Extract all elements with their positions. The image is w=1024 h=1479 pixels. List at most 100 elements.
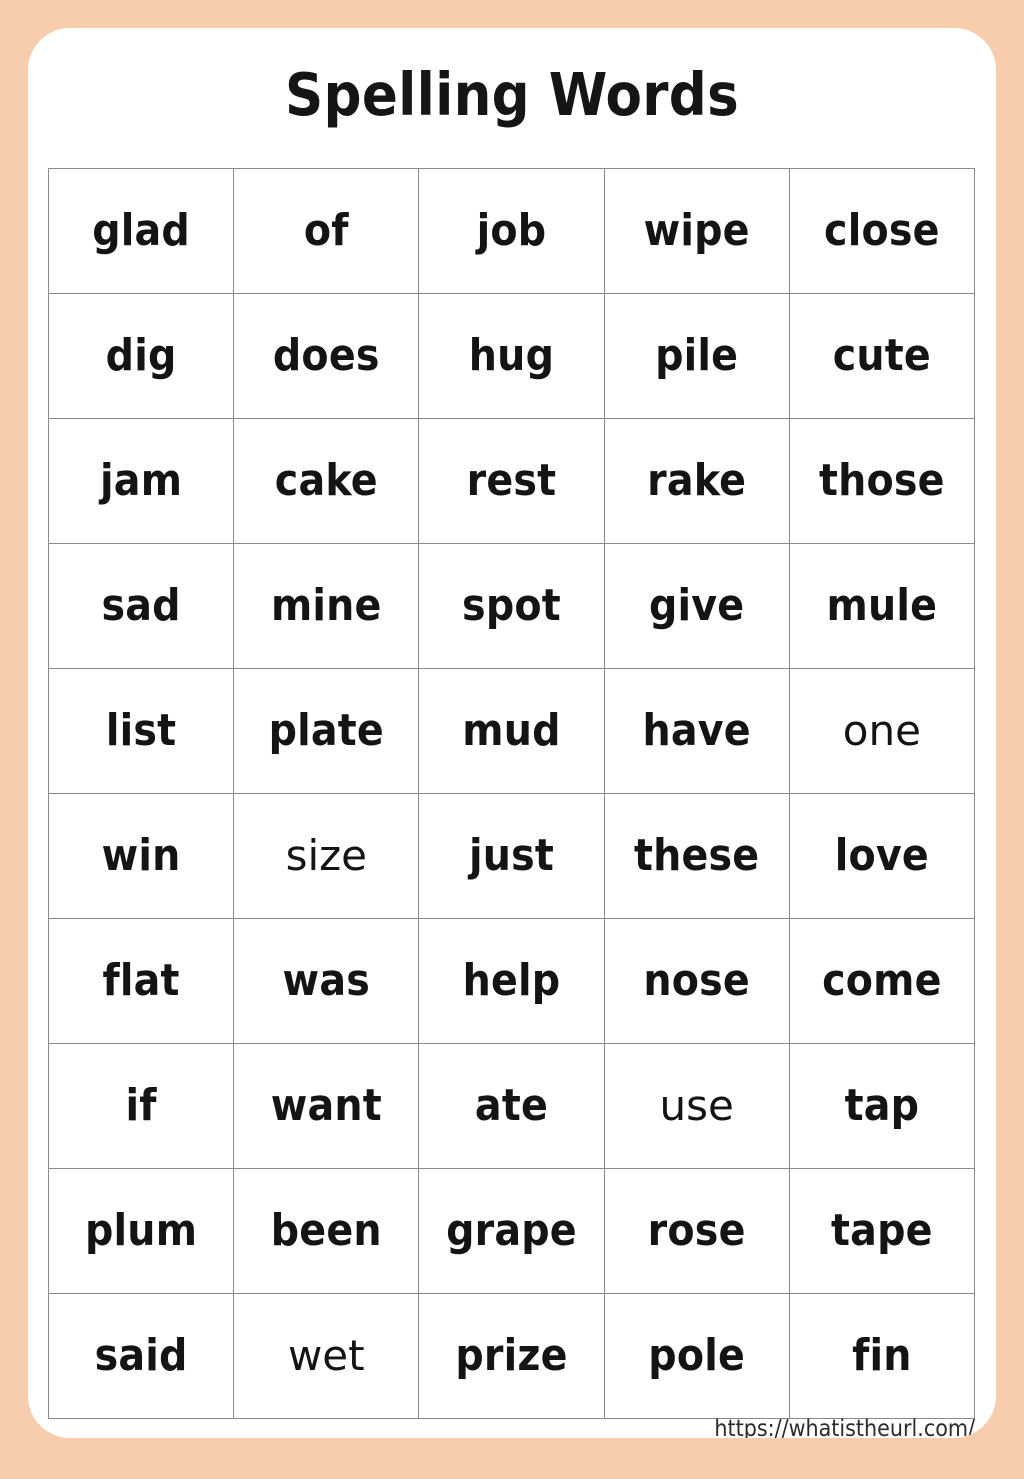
word-text: been (270, 1204, 382, 1256)
word-cell: close (788, 168, 976, 294)
word-text: pole (648, 1329, 746, 1381)
word-text: said (94, 1329, 188, 1381)
word-cell: help (418, 918, 605, 1044)
word-text: tap (844, 1079, 920, 1131)
word-text: was (282, 954, 370, 1006)
word-text: one (842, 705, 921, 755)
word-text: size (285, 830, 367, 880)
word-cell: use (603, 1043, 790, 1169)
word-text: tape (831, 1204, 933, 1256)
word-text: come (822, 954, 942, 1006)
word-text: dig (105, 329, 177, 381)
word-text: spot (462, 579, 561, 631)
word-text: pile (655, 329, 739, 381)
word-text: want (270, 1079, 382, 1131)
word-cell: rest (418, 418, 605, 544)
table-row: sad mine spot give mule (47, 543, 976, 669)
word-cell: plum (47, 1168, 235, 1294)
word-text: nose (643, 954, 750, 1006)
word-cell: rose (603, 1168, 790, 1294)
word-text: win (101, 829, 181, 881)
word-cell: these (603, 793, 790, 919)
table-row: said wet prize pole fin (47, 1293, 976, 1419)
word-cell: mud (418, 668, 605, 794)
word-cell: cake (233, 418, 420, 544)
word-cell: want (233, 1043, 420, 1169)
spelling-words-table: glad of job wipe close dig does hug pile… (47, 168, 976, 1419)
word-text: give (648, 579, 745, 631)
word-text: jam (100, 454, 183, 506)
word-cell: mule (788, 543, 976, 669)
word-cell: prize (418, 1293, 605, 1419)
word-text: wipe (643, 204, 750, 256)
word-text: of (303, 204, 349, 256)
table-row: flat was help nose come (47, 918, 976, 1044)
word-cell: hug (418, 293, 605, 419)
word-text: list (105, 704, 177, 756)
word-cell: fin (788, 1293, 976, 1419)
word-text: hug (468, 329, 555, 381)
word-cell: give (603, 543, 790, 669)
word-cell: pole (603, 1293, 790, 1419)
footer: https://whatistheurl.com/ (48, 1416, 975, 1438)
table-row: win size just these love (47, 793, 976, 919)
word-text: plum (85, 1204, 198, 1256)
word-cell: mine (233, 543, 420, 669)
word-cell: nose (603, 918, 790, 1044)
word-text: cute (832, 329, 931, 381)
word-text: these (633, 829, 760, 881)
word-cell: plate (233, 668, 420, 794)
word-text: just (468, 829, 554, 881)
word-cell: come (788, 918, 976, 1044)
worksheet-page: Spelling Words glad of job wipe close di… (0, 0, 1024, 1479)
word-cell: those (788, 418, 976, 544)
table-row: if want ate use tap (47, 1043, 976, 1169)
word-cell: ate (418, 1043, 605, 1169)
word-cell: grape (418, 1168, 605, 1294)
word-text: glad (92, 204, 190, 256)
worksheet-content: Spelling Words glad of job wipe close di… (28, 28, 996, 1438)
word-text: prize (455, 1329, 568, 1381)
word-text: grape (446, 1204, 577, 1256)
word-cell: glad (47, 168, 235, 294)
word-cell: if (47, 1043, 235, 1169)
source-website-link[interactable]: https://whatistheurl.com/ (714, 1416, 975, 1438)
word-text: use (659, 1080, 734, 1130)
word-text: mine (270, 579, 382, 631)
word-text: mud (462, 704, 561, 756)
word-text: ate (474, 1079, 549, 1131)
word-cell: wipe (603, 168, 790, 294)
word-cell: spot (418, 543, 605, 669)
page-title: Spelling Words (285, 60, 739, 129)
word-text: plate (268, 704, 384, 756)
word-cell: dig (47, 293, 235, 419)
word-cell: tape (788, 1168, 976, 1294)
word-cell: just (418, 793, 605, 919)
word-cell: of (233, 168, 420, 294)
word-cell: pile (603, 293, 790, 419)
word-cell: sad (47, 543, 235, 669)
table-row: dig does hug pile cute (47, 293, 976, 419)
word-cell: been (233, 1168, 420, 1294)
word-cell: win (47, 793, 235, 919)
word-text: rake (647, 454, 747, 506)
table-row: jam cake rest rake those (47, 418, 976, 544)
word-cell: does (233, 293, 420, 419)
word-text: if (125, 1079, 157, 1131)
word-text: does (272, 329, 380, 381)
word-cell: one (788, 668, 976, 794)
word-text: rose (647, 1204, 746, 1256)
table-row: list plate mud have one (47, 668, 976, 794)
word-cell: tap (788, 1043, 976, 1169)
word-cell: was (233, 918, 420, 1044)
word-cell: cute (788, 293, 976, 419)
word-text: job (476, 204, 547, 256)
word-cell: said (47, 1293, 235, 1419)
word-text: help (462, 954, 561, 1006)
word-cell: list (47, 668, 235, 794)
word-cell: wet (233, 1293, 420, 1419)
word-text: have (642, 704, 751, 756)
word-text: those (819, 454, 945, 506)
word-cell: rake (603, 418, 790, 544)
word-cell: flat (47, 918, 235, 1044)
